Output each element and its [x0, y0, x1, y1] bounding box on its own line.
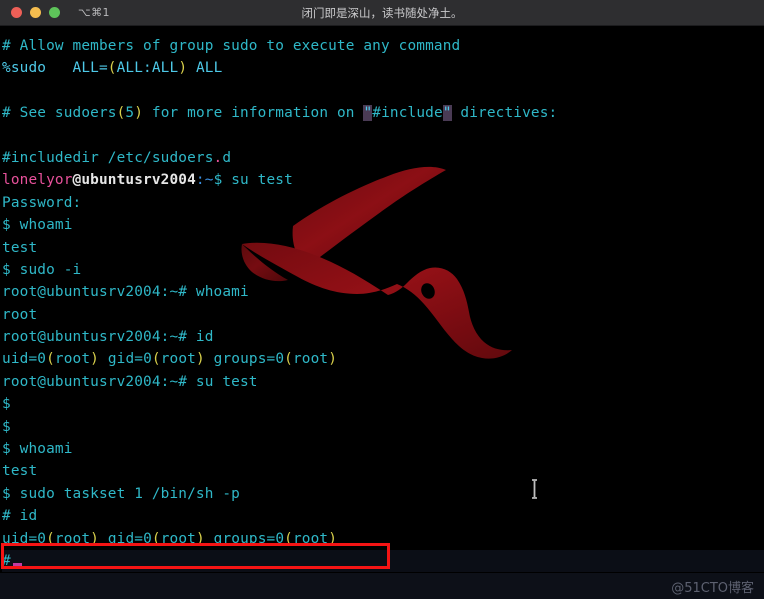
paren-close: ) — [90, 530, 99, 547]
password-prompt: Password: — [2, 194, 82, 211]
id-gid-name: root — [160, 351, 196, 368]
id-groups-name: root — [292, 530, 329, 547]
line-text: root@ubuntusrv2004:~# id — [2, 329, 214, 346]
terminal-line: # id — [2, 505, 764, 527]
terminal-line: $ sudo taskset 1 /bin/sh -p — [2, 483, 764, 505]
terminal-output: # Allow members of group sudo to execute… — [0, 26, 764, 573]
terminal-line: test — [2, 460, 764, 482]
line-text: # Allow members of group sudo to execute… — [2, 38, 461, 54]
line-text: $ whoami — [2, 441, 73, 458]
line-text: $ whoami — [2, 217, 73, 234]
root-prompt-symbol: # — [2, 552, 11, 569]
path-ext: d — [222, 149, 232, 166]
terminal-line: root — [2, 304, 764, 326]
terminal-line: root@ubuntusrv2004:~# id — [2, 326, 764, 348]
manpage-section: 5 — [125, 105, 135, 122]
prompt-username: lonelyor — [2, 172, 73, 189]
quote-close: " — [442, 105, 452, 122]
paren-close: ) — [328, 530, 338, 547]
line-text: test — [2, 463, 38, 480]
terminal-line: # See sudoers(5) for more information on… — [2, 102, 764, 124]
paren-open: ( — [151, 351, 161, 368]
id-uid-name: root — [54, 530, 91, 547]
terminal-line: Password: — [2, 192, 764, 214]
prompt-command: su test — [222, 172, 293, 189]
terminal-line: %sudo ALL=(ALL:ALL) ALL — [2, 57, 764, 79]
line-text: $ — [2, 418, 11, 435]
terminal-line: $ whoami — [2, 214, 764, 236]
comment-part-c: directives: — [451, 105, 558, 122]
id-groups: groups=0 — [204, 530, 285, 547]
terminal-line-id-output: uid=0(root) gid=0(root) groups=0(root) — [2, 348, 764, 370]
paren-close: ) — [195, 351, 205, 368]
quote-open: " — [363, 105, 373, 122]
id-groups-name: root — [292, 351, 329, 368]
terminal-line: $ — [2, 393, 764, 415]
line-text: $ sudo taskset 1 /bin/sh -p — [2, 485, 240, 502]
prompt-hostname: @ubuntusrv2004 — [72, 172, 196, 189]
terminal-window: ⌥⌘1 闭门即是深山，读书随处净土。 # Allow members of gr… — [0, 0, 764, 599]
paren-open: ( — [107, 60, 117, 77]
id-uid: uid=0 — [2, 351, 47, 368]
line-text: root — [2, 306, 38, 323]
terminal-line: $ sudo -i — [2, 259, 764, 281]
line-text: $ — [2, 396, 11, 413]
id-gid: gid=0 — [99, 530, 152, 547]
sudoers-rule-tail: ALL — [187, 60, 223, 77]
paren-close: ) — [90, 351, 99, 368]
id-uid: uid=0 — [2, 530, 47, 547]
line-text: root@ubuntusrv2004:~# su test — [2, 373, 258, 390]
terminal-line: $ whoami — [2, 438, 764, 460]
includedir-path: #includedir /etc/sudoers — [2, 149, 214, 166]
paren-open: ( — [151, 530, 161, 547]
id-groups: groups=0 — [204, 351, 285, 368]
terminal-line-id-output-highlighted: uid=0(root) gid=0(root) groups=0(root) — [2, 528, 764, 550]
id-gid-name: root — [160, 530, 196, 547]
prompt-path: ~ — [204, 172, 214, 189]
comment-part-a: # See sudoers — [2, 105, 117, 122]
terminal-line: root@ubuntusrv2004:~# su test — [2, 371, 764, 393]
sudoers-rule-name: %sudo ALL= — [2, 60, 108, 77]
terminal-line-prompt: lonelyor@ubuntusrv2004:~$ su test — [2, 169, 764, 191]
text-cursor — [12, 562, 22, 566]
paren-close: ) — [195, 530, 205, 547]
terminal-line: # Allow members of group sudo to execute… — [2, 35, 764, 57]
traffic-lights — [0, 7, 60, 18]
terminal-line: test — [2, 237, 764, 259]
include-keyword: #include — [372, 105, 443, 122]
site-watermark: @51CTO博客 — [671, 580, 754, 596]
terminal-line: root@ubuntusrv2004:~# whoami — [2, 281, 764, 303]
window-title: 闭门即是深山，读书随处净土。 — [301, 5, 463, 20]
paren-open: ( — [284, 351, 293, 368]
line-text: # id — [2, 508, 38, 525]
paren-close: ) — [178, 60, 188, 77]
line-text: $ sudo -i — [2, 261, 82, 278]
minimize-window-button[interactable] — [30, 7, 41, 18]
terminal-content-area[interactable]: # Allow members of group sudo to execute… — [0, 26, 764, 573]
terminal-line: #includedir /etc/sudoers.d — [2, 147, 764, 169]
line-text: root@ubuntusrv2004:~# whoami — [2, 284, 249, 301]
window-shortcut-label: ⌥⌘1 — [78, 6, 110, 19]
prompt-separator: : — [195, 172, 205, 189]
terminal-line: $ — [2, 416, 764, 438]
paren-close: ) — [328, 351, 338, 368]
line-text: test — [2, 239, 38, 256]
close-window-button[interactable] — [11, 7, 22, 18]
paren-open: ( — [46, 351, 55, 368]
id-gid: gid=0 — [99, 351, 152, 368]
paren-close: ) — [134, 105, 144, 122]
paren-open: ( — [46, 530, 55, 547]
bottom-status-bar: @51CTO博客 — [0, 573, 764, 599]
window-titlebar: ⌥⌘1 闭门即是深山，读书随处净土。 — [0, 0, 764, 26]
paren-open: ( — [284, 530, 293, 547]
id-uid-name: root — [54, 351, 91, 368]
terminal-line-current-prompt: # — [2, 549, 764, 573]
comment-part-b: for more information on — [143, 105, 364, 122]
sudoers-rule-inner: ALL:ALL — [116, 60, 179, 77]
maximize-window-button[interactable] — [49, 7, 60, 18]
